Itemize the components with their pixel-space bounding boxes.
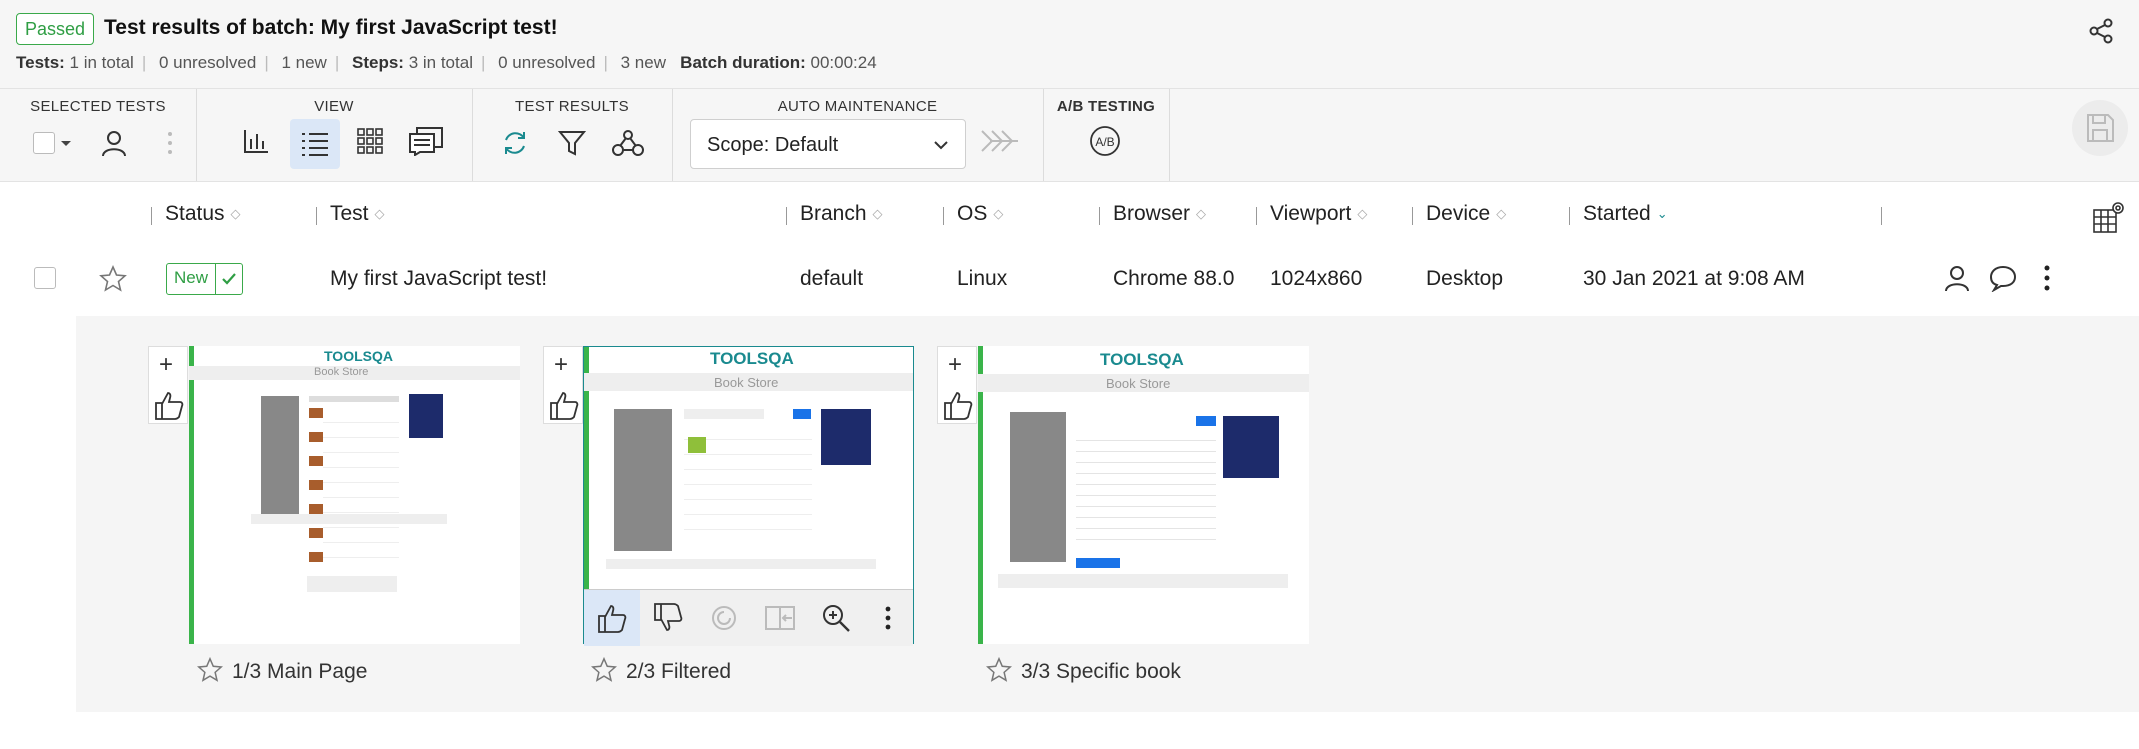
refresh-icon[interactable] [495, 123, 535, 163]
star-icon[interactable] [196, 656, 224, 684]
steps-total: 3 in total [408, 53, 473, 72]
assign-user-icon[interactable] [94, 123, 134, 163]
thumbs-up-icon[interactable] [942, 389, 974, 426]
grid-view-icon[interactable] [350, 121, 390, 161]
steps-unresolved: 0 unresolved [498, 53, 596, 72]
svg-text:A/B: A/B [1095, 135, 1114, 149]
page-title: Test results of batch: My first JavaScri… [104, 16, 558, 39]
test-results-section: TEST RESULTS [472, 89, 673, 181]
started-cell: 30 Jan 2021 at 9:08 AM [1583, 267, 1805, 290]
table-settings-icon[interactable] [2092, 200, 2126, 234]
ab-testing-section: A/B TESTING A/B [1043, 89, 1170, 181]
list-view-icon[interactable] [290, 119, 340, 169]
tests-total: 1 in total [69, 53, 134, 72]
star-icon[interactable] [98, 264, 128, 299]
tests-unresolved: 0 unresolved [158, 53, 257, 72]
scope-value: Scope: Default [707, 134, 839, 156]
toolsqa-logo: TOOLSQA [710, 349, 794, 368]
tests-new: 1 new [281, 53, 327, 72]
toolbar: SELECTED TESTS VIEW TEST RESULTS AUTO MA… [0, 88, 2139, 182]
test-name-cell[interactable]: My first JavaScript test! [330, 267, 547, 291]
checkmark-icon [215, 264, 242, 294]
assign-user-icon[interactable] [1942, 263, 1972, 298]
device-cell: Desktop [1426, 267, 1504, 290]
column-header-browser[interactable]: Browser ◇ [1113, 202, 1206, 226]
chevron-down-icon [934, 141, 948, 150]
view-section: VIEW [196, 89, 473, 181]
comparison-view-icon[interactable] [406, 121, 446, 161]
viewport-cell: 1024x860 [1270, 267, 1363, 290]
thumbs-up-icon[interactable] [153, 389, 185, 426]
revert-icon [696, 590, 752, 646]
passed-status-badge: Passed [16, 13, 95, 45]
comment-icon[interactable] [1988, 264, 2018, 297]
step-actions: + [543, 346, 583, 424]
row-checkbox[interactable] [34, 267, 56, 289]
star-icon[interactable] [985, 656, 1013, 684]
save-button[interactable] [2072, 100, 2128, 156]
column-header-viewport[interactable]: Viewport ◇ [1270, 202, 1367, 226]
branch-cell: default [800, 267, 864, 290]
filter-icon[interactable] [552, 123, 592, 163]
step-caption[interactable]: 3/3 Specific book [985, 656, 1181, 684]
new-status-badge: New [166, 263, 244, 295]
test-results-label: TEST RESULTS [515, 98, 629, 115]
os-cell: Linux [957, 267, 1008, 290]
column-header-branch[interactable]: Branch ◇ [800, 202, 883, 226]
more-options-icon[interactable] [150, 123, 190, 163]
add-icon[interactable]: + [159, 353, 173, 377]
chart-view-icon[interactable] [236, 121, 276, 161]
thumbs-up-icon[interactable] [584, 590, 640, 646]
view-label: VIEW [314, 98, 354, 115]
step-caption[interactable]: 2/3 Filtered [590, 656, 731, 684]
duration-label: Batch duration: [680, 53, 806, 72]
step-caption[interactable]: 1/3 Main Page [196, 656, 367, 684]
group-by-icon[interactable] [608, 123, 648, 163]
thumbs-up-icon[interactable] [548, 389, 580, 426]
auto-maintenance-label: AUTO MAINTENANCE [777, 98, 938, 115]
region-icon [752, 590, 808, 646]
run-maintenance-icon[interactable] [977, 121, 1023, 161]
step-actions: + [937, 346, 977, 424]
batch-header [0, 0, 2139, 88]
ab-testing-label: A/B TESTING [1056, 98, 1156, 115]
step-toolbar [584, 589, 913, 646]
step-more-icon[interactable] [860, 590, 916, 646]
step-thumbnail[interactable]: TOOLSQA Book Store [978, 346, 1309, 644]
select-all-checkbox[interactable] [30, 123, 76, 163]
table-row[interactable] [0, 248, 2139, 316]
scope-select[interactable]: Scope: Default [690, 119, 966, 169]
duration-value: 00:00:24 [810, 53, 877, 72]
column-header-device[interactable]: Device ◇ [1426, 202, 1506, 226]
tests-label: Tests: [16, 53, 65, 72]
column-header-started[interactable]: Started ⌄ [1583, 202, 1668, 226]
toolsqa-logo: TOOLSQA [324, 348, 393, 364]
share-icon[interactable] [2086, 16, 2116, 46]
column-header-status[interactable]: Status ◇ [165, 202, 241, 226]
row-more-icon[interactable] [2042, 265, 2052, 296]
ab-test-icon[interactable]: A/B [1085, 121, 1125, 161]
column-header-os[interactable]: OS ◇ [957, 202, 1003, 226]
browser-cell: Chrome 88.0 [1113, 267, 1235, 290]
steps-label: Steps: [352, 53, 404, 72]
batch-stats: Tests: 1 in total | 0 unresolved | 1 new | … [16, 53, 877, 72]
selected-tests-label: SELECTED TESTS [30, 98, 166, 115]
zoom-in-icon[interactable] [808, 590, 864, 646]
step-thumbnail-selected[interactable]: TOOLSQA Book Store [583, 346, 914, 646]
chevron-down-icon [61, 141, 71, 146]
add-icon[interactable]: + [948, 353, 962, 377]
column-header-test[interactable]: Test ◇ [330, 202, 385, 226]
step-actions: + [148, 346, 188, 424]
toolsqa-logo: TOOLSQA [1100, 350, 1184, 369]
thumbs-down-icon[interactable] [640, 590, 696, 646]
add-icon[interactable]: + [554, 353, 568, 377]
steps-new: 3 new [620, 53, 666, 72]
selected-tests-section: SELECTED TESTS [0, 89, 197, 181]
star-icon[interactable] [590, 656, 618, 684]
step-thumbnail[interactable]: TOOLSQA Book Store [189, 346, 520, 644]
